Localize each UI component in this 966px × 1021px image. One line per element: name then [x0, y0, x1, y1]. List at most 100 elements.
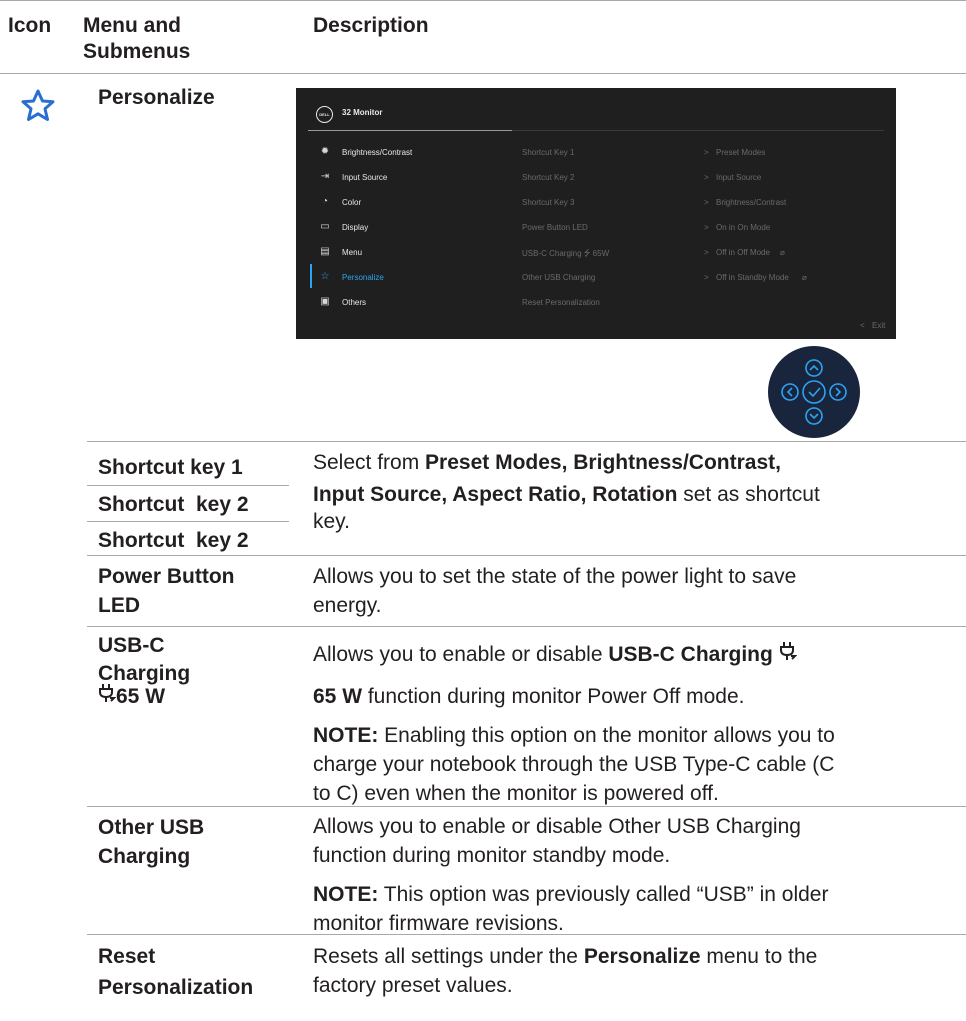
osd-value: Brightness/Contrast — [716, 198, 787, 207]
shortcut-description: Select from Preset Modes, Brightness/Con… — [313, 448, 953, 536]
palette-icon: ◔ — [321, 196, 329, 207]
desc-text: Select from — [313, 451, 426, 474]
note-label: NOTE: — [313, 724, 379, 747]
osd-menu-item[interactable]: Color — [342, 198, 361, 207]
chevron-right-icon: > — [704, 198, 709, 207]
header-rule — [0, 73, 966, 74]
desc-text: energy. — [313, 594, 382, 617]
row-rule — [87, 485, 289, 486]
term-line: 65 W — [116, 685, 166, 708]
row-rule — [87, 626, 966, 627]
term-line: USB-C — [98, 634, 165, 657]
row-rule — [87, 555, 966, 556]
header-menu-label: Menu and Submenus — [83, 14, 191, 63]
chevron-right-icon: > — [704, 173, 709, 182]
eco-leaf-icon: ⌀ — [780, 248, 785, 257]
desc-text: charge your notebook through the USB Typ… — [313, 753, 835, 776]
osd-divider — [512, 130, 884, 131]
term-line: Charging — [98, 845, 191, 868]
usbc-description: Allows you to enable or disable USB-C Ch… — [313, 640, 958, 808]
power-led-description: Allows you to set the state of the power… — [313, 562, 953, 620]
osd-exit[interactable]: Exit — [872, 321, 885, 330]
desc-text: Resets all settings under the — [313, 945, 584, 968]
osd-menu-item-selected[interactable]: Personalize — [342, 273, 384, 282]
osd-menu-item[interactable]: Display — [342, 223, 368, 232]
header-description: Description — [313, 14, 429, 37]
term-shortcut-3: Shortcut key 2 — [98, 529, 249, 552]
term-other-usb: Other USB Charging — [98, 815, 204, 870]
osd-value: Input Source — [716, 173, 762, 182]
sun-icon: ✹ — [320, 146, 330, 157]
desc-text: key. — [313, 510, 350, 533]
note-label: NOTE: — [313, 883, 379, 906]
row-rule — [87, 521, 289, 522]
desc-bold: Input Source, Aspect Ratio, Rotation — [313, 483, 678, 506]
osd-title: 32 Monitor — [342, 108, 383, 117]
dell-logo: DELL — [316, 106, 333, 123]
chevron-right-icon: > — [704, 248, 709, 257]
term-shortcut-2: Shortcut key 2 — [98, 493, 249, 516]
desc-text: to C) even when the monitor is powered o… — [313, 782, 719, 805]
osd-option[interactable]: Shortcut Key 1 — [522, 148, 574, 157]
desc-text: function during monitor standby mode. — [313, 844, 671, 867]
osd-value: Off in Standby Mode — [716, 273, 789, 282]
desc-bold: USB-C Charging — [608, 643, 773, 666]
menu-icon: ▤ — [320, 246, 330, 257]
osd-value: On in On Mode — [716, 223, 771, 232]
row-rule — [87, 806, 966, 807]
desc-text: set as shortcut — [677, 483, 820, 506]
osd-value: Preset Modes — [716, 148, 766, 157]
osd-menu-item[interactable]: Input Source — [342, 173, 387, 182]
desc-text: Enabling this option on the monitor allo… — [378, 724, 835, 747]
chevron-right-icon: > — [704, 273, 709, 282]
star-icon: ☆ — [320, 271, 330, 282]
term-power-led: Power Button LED — [98, 564, 235, 619]
osd-value: Off in Off Mode — [716, 248, 770, 257]
row-rule — [87, 934, 966, 935]
osd-option[interactable]: Other USB Charging — [522, 273, 595, 282]
osd-option[interactable]: Shortcut Key 3 — [522, 198, 574, 207]
star-icon — [20, 88, 56, 124]
chevron-left-icon: < — [860, 321, 865, 330]
term-usbc-charging: USB-C Charging 65 W — [98, 634, 190, 709]
desc-text: Allows you to set the state of the power… — [313, 565, 797, 588]
desc-text: This option was previously called “USB” … — [378, 883, 829, 906]
osd-menu-item[interactable]: Menu — [342, 248, 362, 257]
desc-text: function during monitor Power Off mode. — [362, 685, 745, 708]
osd-screenshot: DELL 32 Monitor ✹ Brightness/Contrast ⇥ … — [296, 88, 896, 339]
chevron-right-icon: > — [704, 148, 709, 157]
desc-text: Allows you to enable or disable Other US… — [313, 815, 801, 838]
reset-description: Resets all settings under the Personaliz… — [313, 942, 958, 1000]
joystick-icon — [768, 346, 860, 438]
desc-bold: Personalize — [583, 945, 701, 968]
term-line: LED — [98, 594, 140, 617]
term-line: Reset — [98, 945, 156, 968]
desc-text: Allows you to enable or disable — [313, 643, 609, 666]
osd-selection-bar — [310, 264, 312, 288]
plug-icon — [779, 640, 798, 670]
other-usb-description: Allows you to enable or disable Other US… — [313, 812, 958, 938]
term-shortcut-1: Shortcut key 1 — [98, 456, 243, 479]
osd-option[interactable]: Power Button LED — [522, 223, 588, 232]
display-icon: ▭ — [320, 221, 330, 232]
plug-icon — [98, 683, 117, 709]
osd-option[interactable]: Shortcut Key 2 — [522, 173, 574, 182]
chevron-right-icon: > — [704, 223, 709, 232]
desc-text: menu to the — [700, 945, 818, 968]
osd-menu-item[interactable]: Brightness/Contrast — [342, 148, 412, 157]
desc-text: factory preset values. — [313, 974, 513, 997]
header-menu: Menu and Submenus — [83, 13, 273, 65]
osd-option[interactable]: Reset Personalization — [522, 298, 600, 307]
top-rule — [0, 0, 966, 1]
row-rule — [87, 441, 966, 442]
eco-leaf-icon: ⌀ — [802, 273, 807, 282]
others-icon: ▣ — [320, 296, 330, 307]
osd-option[interactable]: USB-C Charging ⭍ 65W — [522, 248, 609, 262]
osd-menu-item[interactable]: Others — [342, 298, 366, 307]
term-line: Power Button — [98, 565, 235, 588]
term-line: Other USB — [98, 816, 205, 839]
term-reset: Reset Personalization — [98, 944, 253, 1001]
section-title: Personalize — [98, 86, 215, 109]
input-icon: ⇥ — [320, 171, 330, 182]
term-line: Personalization — [98, 976, 254, 999]
